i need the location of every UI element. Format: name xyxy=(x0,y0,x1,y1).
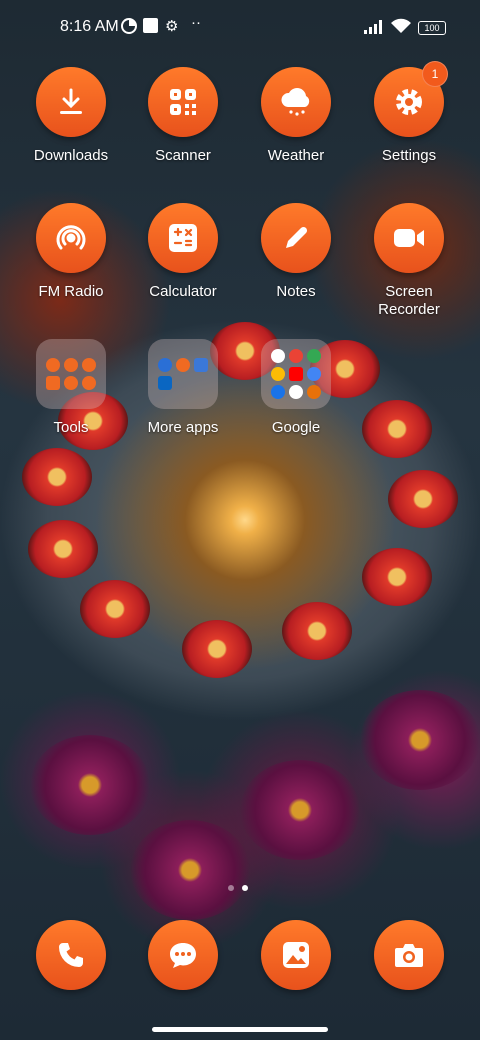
app-downloads[interactable]: Downloads xyxy=(16,67,126,165)
folder-more-apps[interactable]: More apps xyxy=(128,339,238,437)
page-indicator xyxy=(228,878,256,896)
data-saver-icon xyxy=(121,18,137,38)
wallpaper-flower xyxy=(22,448,92,506)
mini-app-icon xyxy=(307,367,321,381)
home-gesture-bar[interactable] xyxy=(152,1027,328,1032)
app-label: FM Radio xyxy=(38,283,104,300)
notification-badge: 1 xyxy=(422,61,448,87)
mini-app-icon xyxy=(158,358,172,372)
app-settings[interactable]: 1 Settings xyxy=(354,61,464,165)
mini-app-icon xyxy=(289,367,303,381)
app-fm-radio[interactable]: FM Radio xyxy=(16,203,126,301)
dock-phone[interactable] xyxy=(16,920,126,990)
mini-app-icon xyxy=(307,349,321,363)
page-dot[interactable] xyxy=(228,885,234,891)
mini-app-icon xyxy=(271,367,285,381)
gear-icon: 1 xyxy=(374,61,448,137)
wallpaper-flower xyxy=(282,602,352,660)
app-scanner[interactable]: Scanner xyxy=(128,67,238,165)
mini-app-icon xyxy=(82,376,96,390)
mini-app-icon xyxy=(289,349,303,363)
folder-icon xyxy=(261,339,331,409)
app-label: Screen Recorder xyxy=(378,283,440,318)
wallpaper-flower xyxy=(240,760,360,860)
mini-app-icon xyxy=(158,376,172,390)
gallery-icon xyxy=(261,920,331,990)
download-icon xyxy=(36,67,106,137)
wallpaper-flower xyxy=(360,690,480,790)
phone-icon xyxy=(36,920,106,990)
gear-icon: ⚙ xyxy=(165,18,179,35)
square-notification-icon xyxy=(143,18,158,37)
app-label: Notes xyxy=(276,283,316,300)
calculator-icon xyxy=(148,203,218,273)
dock-gallery[interactable] xyxy=(241,920,351,990)
folder-label: Google xyxy=(271,419,321,436)
dock-camera[interactable] xyxy=(354,920,464,990)
mini-app-icon xyxy=(271,385,285,399)
weather-icon xyxy=(261,67,331,137)
folder-label: Tools xyxy=(53,419,89,436)
mini-app-icon xyxy=(307,385,321,399)
scanner-icon xyxy=(148,67,218,137)
wallpaper-flower xyxy=(182,620,252,678)
app-label: Scanner xyxy=(155,147,211,164)
pencil-icon xyxy=(261,203,331,273)
app-weather[interactable]: Weather xyxy=(241,67,351,165)
mini-app-icon xyxy=(64,376,78,390)
wifi-icon xyxy=(390,18,412,38)
wallpaper-flower xyxy=(80,580,150,638)
wallpaper-flower xyxy=(362,400,432,458)
app-label: Weather xyxy=(267,147,325,164)
radio-icon xyxy=(36,203,106,273)
battery-icon: 100 xyxy=(418,21,446,35)
mini-app-icon xyxy=(289,385,303,399)
more-dots-icon: ·· xyxy=(191,14,201,31)
app-label: Settings xyxy=(381,147,437,164)
page-dot-active[interactable] xyxy=(242,885,248,891)
app-label: Calculator xyxy=(149,283,217,300)
app-notes[interactable]: Notes xyxy=(241,203,351,301)
wallpaper-flower xyxy=(28,520,98,578)
wallpaper-flower xyxy=(130,820,250,920)
mini-app-icon xyxy=(271,349,285,363)
folder-google[interactable]: Google xyxy=(241,339,351,437)
folder-icon xyxy=(148,339,218,409)
status-time: 8:16 AM xyxy=(60,18,119,35)
mini-app-icon xyxy=(194,358,208,372)
wallpaper-flower xyxy=(362,548,432,606)
app-calculator[interactable]: Calculator xyxy=(128,203,238,301)
app-label: Downloads xyxy=(33,147,109,164)
mini-app-icon xyxy=(64,358,78,372)
mini-app-icon xyxy=(46,376,60,390)
status-bar: 8:16 AM ⚙ ·· 100 xyxy=(0,0,480,56)
mini-app-icon xyxy=(176,358,190,372)
folder-label: More apps xyxy=(147,419,219,436)
folder-tools[interactable]: Tools xyxy=(16,339,126,437)
wallpaper-flower xyxy=(30,735,150,835)
camera-icon xyxy=(374,920,444,990)
app-screen-recorder[interactable]: Screen Recorder xyxy=(354,203,464,319)
folder-icon xyxy=(36,339,106,409)
chat-icon xyxy=(148,920,218,990)
video-camera-icon xyxy=(374,203,444,273)
mini-app-icon xyxy=(46,358,60,372)
wallpaper-flower xyxy=(388,470,458,528)
dock-messages[interactable] xyxy=(128,920,238,990)
mini-app-icon xyxy=(82,358,96,372)
signal-icon xyxy=(364,20,384,38)
